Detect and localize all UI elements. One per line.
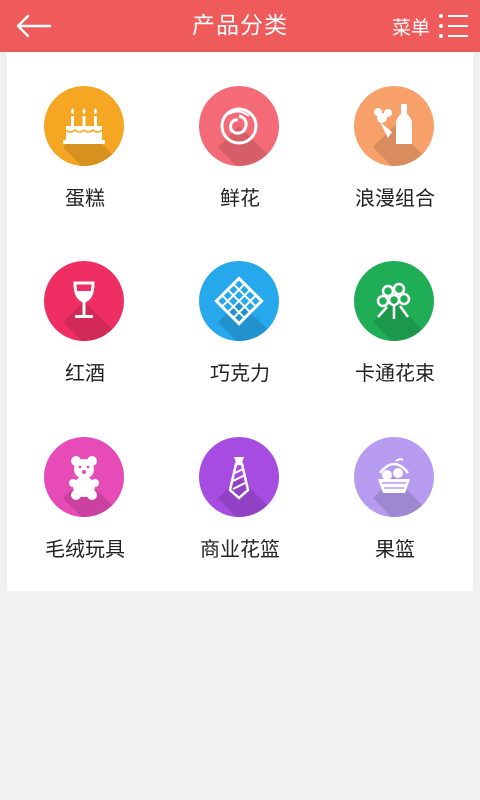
bouquet-icon <box>376 282 411 319</box>
fruit-basket-icon <box>378 458 410 493</box>
category-chocolate[interactable]: 巧克力 <box>162 227 318 385</box>
tie-icon-circle <box>199 437 279 517</box>
teddy-bear-icon-circle <box>44 437 124 517</box>
chocolate-icon-circle <box>199 261 279 341</box>
wine-glass-icon <box>73 281 95 318</box>
category-label: 毛绒玩具 <box>45 537 125 561</box>
teddy-bear-icon <box>69 456 99 500</box>
wine-glass-icon-circle <box>44 261 124 341</box>
category-grid: 蛋糕 鲜花 浪漫组合 红酒 巧克力 卡通花束 毛绒玩具 商业花篮 果篮 <box>7 52 473 591</box>
category-label: 鲜花 <box>220 186 260 210</box>
category-fruit-basket[interactable]: 果篮 <box>317 403 473 561</box>
category-label: 浪漫组合 <box>355 186 435 210</box>
cake-icon-circle <box>44 86 124 166</box>
fruit-basket-icon-circle <box>354 437 434 517</box>
menu-label: 菜单 <box>391 16 430 39</box>
list-menu-icon <box>439 14 468 38</box>
category-romantic-combo[interactable]: 浪漫组合 <box>317 52 473 210</box>
rose-icon <box>220 107 258 145</box>
category-label: 果篮 <box>375 537 415 561</box>
category-label: 巧克力 <box>210 361 270 385</box>
category-flowers[interactable]: 鲜花 <box>162 52 318 210</box>
category-red-wine[interactable]: 红酒 <box>7 227 163 385</box>
category-label: 卡通花束 <box>355 361 435 385</box>
tie-icon <box>228 457 250 500</box>
category-label: 红酒 <box>65 361 105 385</box>
category-plush-toys[interactable]: 毛绒玩具 <box>7 403 163 561</box>
chocolate-icon <box>214 276 264 326</box>
category-label: 商业花篮 <box>200 537 280 561</box>
top-bar: 产品分类 菜单 <box>0 0 480 52</box>
category-panel: 蛋糕 鲜花 浪漫组合 红酒 巧克力 卡通花束 毛绒玩具 商业花篮 果篮 <box>7 52 473 591</box>
flowers-wine-icon <box>374 104 412 144</box>
category-cake[interactable]: 蛋糕 <box>7 52 163 210</box>
category-label: 蛋糕 <box>65 186 105 210</box>
menu-button[interactable]: 菜单 <box>392 8 470 44</box>
category-business-basket[interactable]: 商业花篮 <box>162 403 318 561</box>
flowers-wine-icon-circle <box>354 86 434 166</box>
bouquet-icon-circle <box>354 261 434 341</box>
cake-icon <box>63 108 105 144</box>
rose-icon-circle <box>199 86 279 166</box>
category-cartoon-bouquet[interactable]: 卡通花束 <box>317 227 473 385</box>
